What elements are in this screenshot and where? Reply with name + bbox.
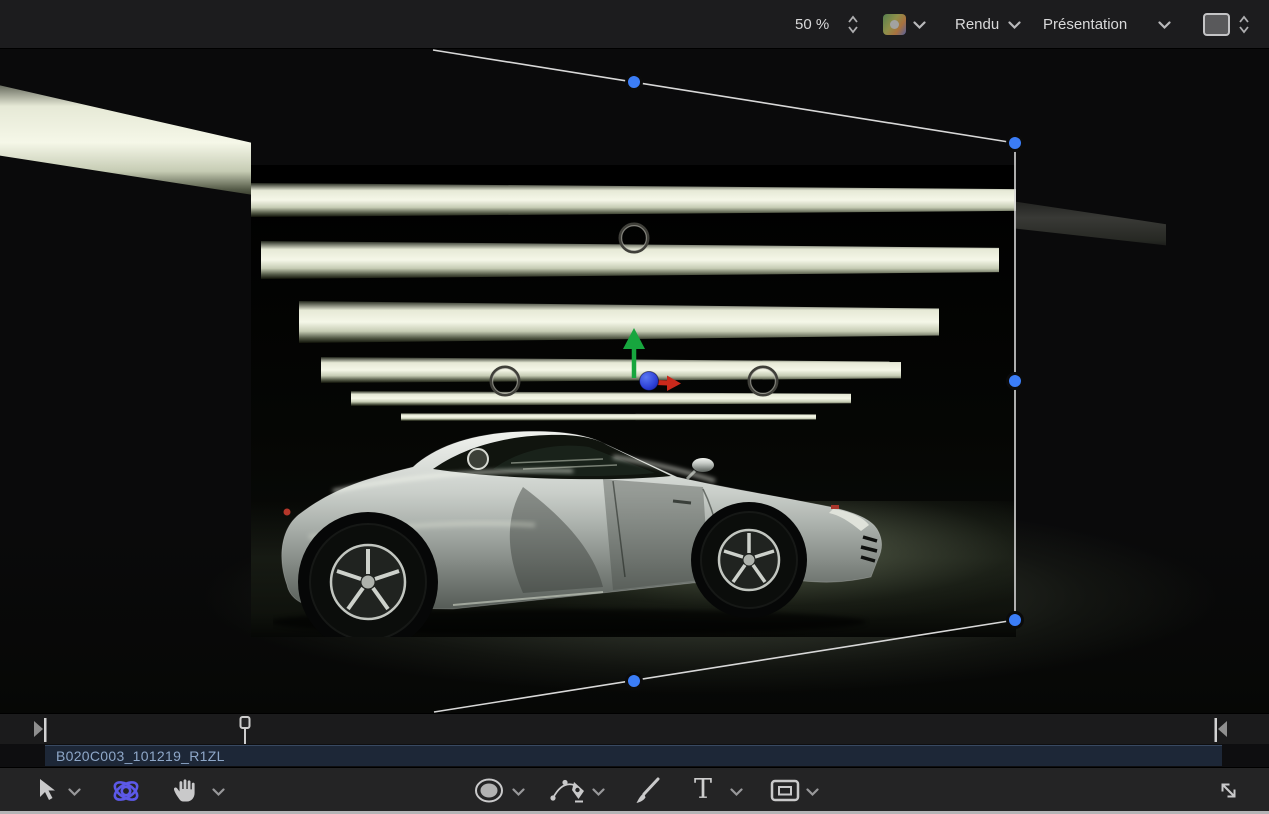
layout-stepper-icon[interactable] (1238, 15, 1250, 34)
mini-timeline-ruler[interactable] (0, 713, 1269, 744)
transform-overlay (0, 49, 1269, 713)
timeline-clip[interactable]: B020C003_101219_R1ZL (45, 745, 1222, 766)
canvas-layout-icon[interactable] (1203, 13, 1230, 36)
bezier-pen-tool[interactable] (550, 777, 588, 805)
scale-handle[interactable] (627, 75, 1023, 689)
in-point-marker[interactable] (34, 718, 48, 742)
viewer-toolbar: 50 % Rendu Présentation (0, 0, 1269, 49)
chevron-down-icon[interactable] (68, 788, 81, 797)
rectangle-shape-tool[interactable] (770, 779, 802, 803)
text-tool[interactable]: T (694, 768, 712, 812)
hand-tool[interactable] (172, 778, 198, 803)
chevron-down-icon[interactable] (730, 788, 743, 797)
viewer-window: 50 % Rendu Présentation (0, 0, 1269, 814)
color-well-swatch[interactable] (883, 14, 906, 35)
gizmo-y-arrow-green[interactable] (623, 328, 645, 378)
canvas-tools-toolbar: T (0, 767, 1269, 811)
ellipse-shape-tool[interactable] (474, 778, 504, 803)
clip-name-label: B020C003_101219_R1ZL (45, 746, 1222, 766)
chevron-down-icon[interactable] (1158, 21, 1171, 30)
chevron-down-icon[interactable] (512, 788, 525, 797)
chevron-down-icon[interactable] (1008, 21, 1021, 30)
chevron-down-icon[interactable] (212, 788, 225, 797)
out-point-marker[interactable] (1213, 718, 1228, 742)
paintbrush-tool[interactable] (634, 777, 662, 805)
render-menu[interactable]: Rendu (955, 0, 999, 49)
gizmo-x-arrow-red[interactable] (656, 376, 681, 392)
select-arrow-tool[interactable] (38, 778, 58, 802)
presentation-menu[interactable]: Présentation (1043, 0, 1127, 49)
zoom-level-value[interactable]: 50 % (795, 0, 829, 49)
zoom-stepper-icon[interactable] (847, 15, 859, 34)
transform-3d-tool[interactable] (110, 777, 142, 805)
playhead[interactable] (238, 716, 252, 745)
viewer-canvas[interactable] (0, 49, 1269, 713)
timeline-clip-lane: B020C003_101219_R1ZL (0, 744, 1269, 767)
gizmo-z-sphere-blue[interactable] (640, 372, 659, 391)
color-well-dot-icon (890, 20, 899, 29)
chevron-down-icon[interactable] (913, 21, 926, 30)
chevron-down-icon[interactable] (806, 788, 819, 797)
expand-diagonal-icon[interactable] (1216, 778, 1241, 803)
chevron-down-icon[interactable] (592, 788, 605, 797)
